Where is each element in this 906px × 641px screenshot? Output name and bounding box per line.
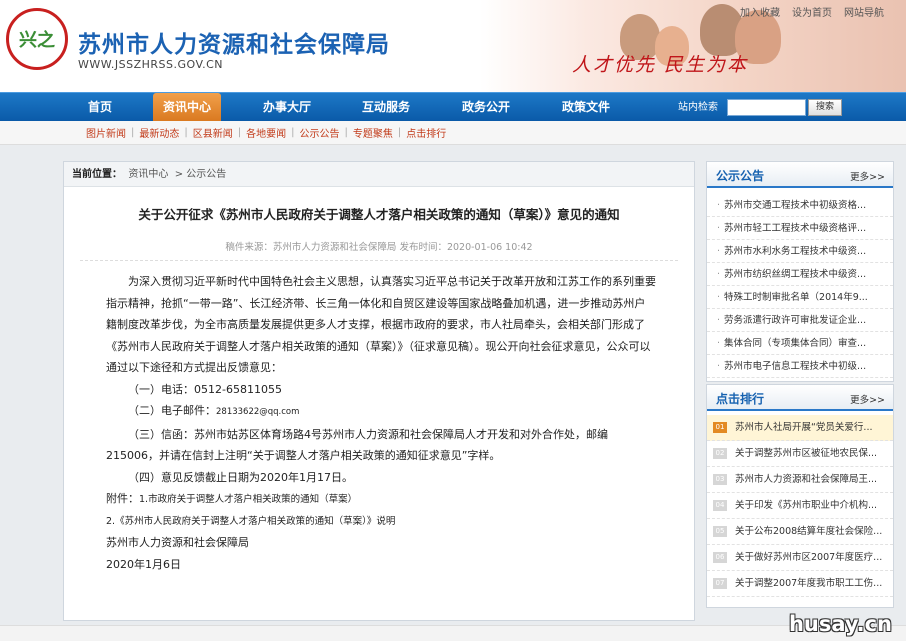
hot-header: 点击排行 更多>> xyxy=(707,385,893,411)
breadcrumb: 当前位置： 资讯中心 > 公示公告 xyxy=(64,162,694,187)
email-link[interactable]: 28133622@qq.com xyxy=(216,407,299,417)
site-nav-link[interactable]: 网站导航 xyxy=(844,4,884,19)
hot-more-link[interactable]: 更多>> xyxy=(850,392,885,406)
set-homepage-link[interactable]: 设为首页 xyxy=(792,4,832,19)
subnav-topics[interactable]: 专题聚焦 xyxy=(353,125,393,140)
site-title: 苏州市人力资源和社会保障局 xyxy=(78,32,390,58)
rank-badge: 02 xyxy=(713,448,727,459)
rank-badge: 03 xyxy=(713,474,727,485)
hot-title: 点击排行 xyxy=(716,392,765,406)
main-nav: 首页 资讯中心 办事大厅 互动服务 政务公开 政策文件 站内检索 搜索 xyxy=(0,92,906,122)
rank-badge: 04 xyxy=(713,500,727,511)
notices-title: 公示公告 xyxy=(716,169,765,183)
list-item[interactable]: · 苏州市纺织丝绸工程技术中级资... xyxy=(707,263,893,286)
list-item[interactable]: · 苏州市电子信息工程技术中初级... xyxy=(707,355,893,378)
notices-panel: 公示公告 更多>> · 苏州市交通工程技术中初级资格... · 苏州市轻工工程技术中… xyxy=(706,161,894,382)
site-logo[interactable]: 兴之 xyxy=(6,8,68,70)
subnav-rankings[interactable]: 点击排行 xyxy=(406,125,446,140)
feedback-deadline: （四）意见反馈截止日期为2020年1月17日。 xyxy=(128,470,353,484)
list-item[interactable]: 05 关于公布2008结算年度社会保险... xyxy=(707,519,893,545)
contact-phone: （一）电话：0512-65811055 xyxy=(128,382,282,396)
nav-home[interactable]: 首页 xyxy=(88,93,112,122)
notices-more-link[interactable]: 更多>> xyxy=(850,169,885,183)
attachment-1: 附件：1.市政府关于调整人才落户相关政策的通知（草案） xyxy=(106,488,656,511)
sub-nav: 图片新闻 | 最新动态 | 区县新闻 | 各地要闻 | 公示公告 | 专题聚焦 | 点击排行 xyxy=(0,121,906,145)
signature: 苏州市人力资源和社会保障局 xyxy=(106,536,249,549)
breadcrumb-label: 当前位置： xyxy=(72,169,122,180)
search-input[interactable] xyxy=(727,99,806,116)
add-favorite-link[interactable]: 加入收藏 xyxy=(740,4,780,19)
contact-email: （二）电子邮件：28133622@qq.com xyxy=(128,404,300,417)
rank-badge: 06 xyxy=(713,552,727,563)
rank-badge: 05 xyxy=(713,526,727,537)
notices-header: 公示公告 更多>> xyxy=(707,162,893,188)
article-intro: 为深入贯彻习近平新时代中国特色社会主义思想，认真落实习近平总书记关于改革开放和江… xyxy=(106,275,656,374)
subnav-county-news[interactable]: 区县新闻 xyxy=(193,125,233,140)
divider xyxy=(80,260,678,261)
logo-text: 兴之 xyxy=(19,30,55,51)
rank-badge: 07 xyxy=(713,578,727,589)
site-header: 人才优先 民生为本 加入收藏 设为首页 网站导航 兴之 苏州市人力资源和社会保障… xyxy=(0,0,906,92)
top-links: 加入收藏 设为首页 网站导航 xyxy=(740,4,884,19)
article-meta: 稿件来源：苏州市人力资源和社会保障局 发布时间：2020-01-06 10:42 xyxy=(225,242,533,253)
nav-news-center[interactable]: 资讯中心 xyxy=(153,93,222,122)
subnav-notices[interactable]: 公示公告 xyxy=(300,125,340,140)
list-item[interactable]: 03 苏州市人力资源和社会保障局王... xyxy=(707,467,893,493)
list-item[interactable]: · 苏州市交通工程技术中初级资格... xyxy=(707,194,893,217)
nav-policy-docs[interactable]: 政策文件 xyxy=(562,93,610,122)
nav-gov-affairs[interactable]: 政务公开 xyxy=(462,93,510,122)
list-item[interactable]: 02 关于调整苏州市区被征地农民保... xyxy=(707,441,893,467)
article-body: 为深入贯彻习近平新时代中国特色社会主义思想，认真落实习近平总书记关于改革开放和江… xyxy=(64,271,694,575)
subnav-photo-news[interactable]: 图片新闻 xyxy=(86,125,126,140)
footer-bar xyxy=(0,625,906,641)
notices-list: · 苏州市交通工程技术中初级资格... · 苏州市轻工工程技术中级资格评... · 苏… xyxy=(707,188,893,378)
list-item[interactable]: 07 关于调整2007年度我市职工工伤... xyxy=(707,571,893,597)
attachment-link-1[interactable]: 1.市政府关于调整人才落户相关政策的通知（草案） xyxy=(139,494,357,505)
list-item[interactable]: · 苏州市水利水务工程技术中级资... xyxy=(707,240,893,263)
subnav-latest[interactable]: 最新动态 xyxy=(139,125,179,140)
article-title: 关于公开征求《苏州市人民政府关于调整人才落户相关政策的通知（草案）》意见的通知 xyxy=(138,207,620,222)
list-item[interactable]: · 劳务派遣行政许可审批发证企业... xyxy=(707,309,893,332)
list-item[interactable]: 06 关于做好苏州市区2007年度医疗... xyxy=(707,545,893,571)
watermark: husay.cn xyxy=(788,612,892,636)
list-item[interactable]: · 特殊工时制审批名单（2014年9... xyxy=(707,286,893,309)
attachment-link-2[interactable]: 2.《苏州市人民政府关于调整人才落户相关政策的通知（草案）》说明 xyxy=(106,511,656,533)
contact-mail: （三）信函：苏州市姑苏区体育场路4号苏州市人力资源和社会保障局人才开发和对外合作… xyxy=(106,427,608,463)
rank-badge: 01 xyxy=(713,422,727,433)
signature-date: 2020年1月6日 xyxy=(106,557,181,571)
list-item[interactable]: · 苏州市轻工工程技术中级资格评... xyxy=(707,217,893,240)
breadcrumb-notices[interactable]: 公示公告 xyxy=(186,169,226,180)
header-slogan: 人才优先 民生为本 xyxy=(572,54,749,76)
hot-list: 01 苏州市人社局开展“党员关爱行... 02 关于调整苏州市区被征地农民保... … xyxy=(707,411,893,597)
site-url: WWW.JSSZHRSS.GOV.CN xyxy=(78,58,223,71)
search-label: 站内检索 xyxy=(678,102,718,113)
hot-ranking-panel: 点击排行 更多>> 01 苏州市人社局开展“党员关爱行... 02 关于调整苏州市区… xyxy=(706,384,894,608)
subnav-regional-news[interactable]: 各地要闻 xyxy=(246,125,286,140)
breadcrumb-news-center[interactable]: 资讯中心 xyxy=(128,169,168,180)
list-item[interactable]: · 集体合同（专项集体合同）审查... xyxy=(707,332,893,355)
article-panel: 当前位置： 资讯中心 > 公示公告 关于公开征求《苏州市人民政府关于调整人才落户… xyxy=(63,161,695,621)
nav-service-hall[interactable]: 办事大厅 xyxy=(263,93,311,122)
search-button[interactable]: 搜索 xyxy=(808,99,842,116)
nav-interactive[interactable]: 互动服务 xyxy=(362,93,410,122)
list-item[interactable]: 01 苏州市人社局开展“党员关爱行... xyxy=(707,415,893,441)
list-item[interactable]: 04 关于印发《苏州市职业中介机构... xyxy=(707,493,893,519)
attachment-label: 附件： xyxy=(106,492,139,505)
